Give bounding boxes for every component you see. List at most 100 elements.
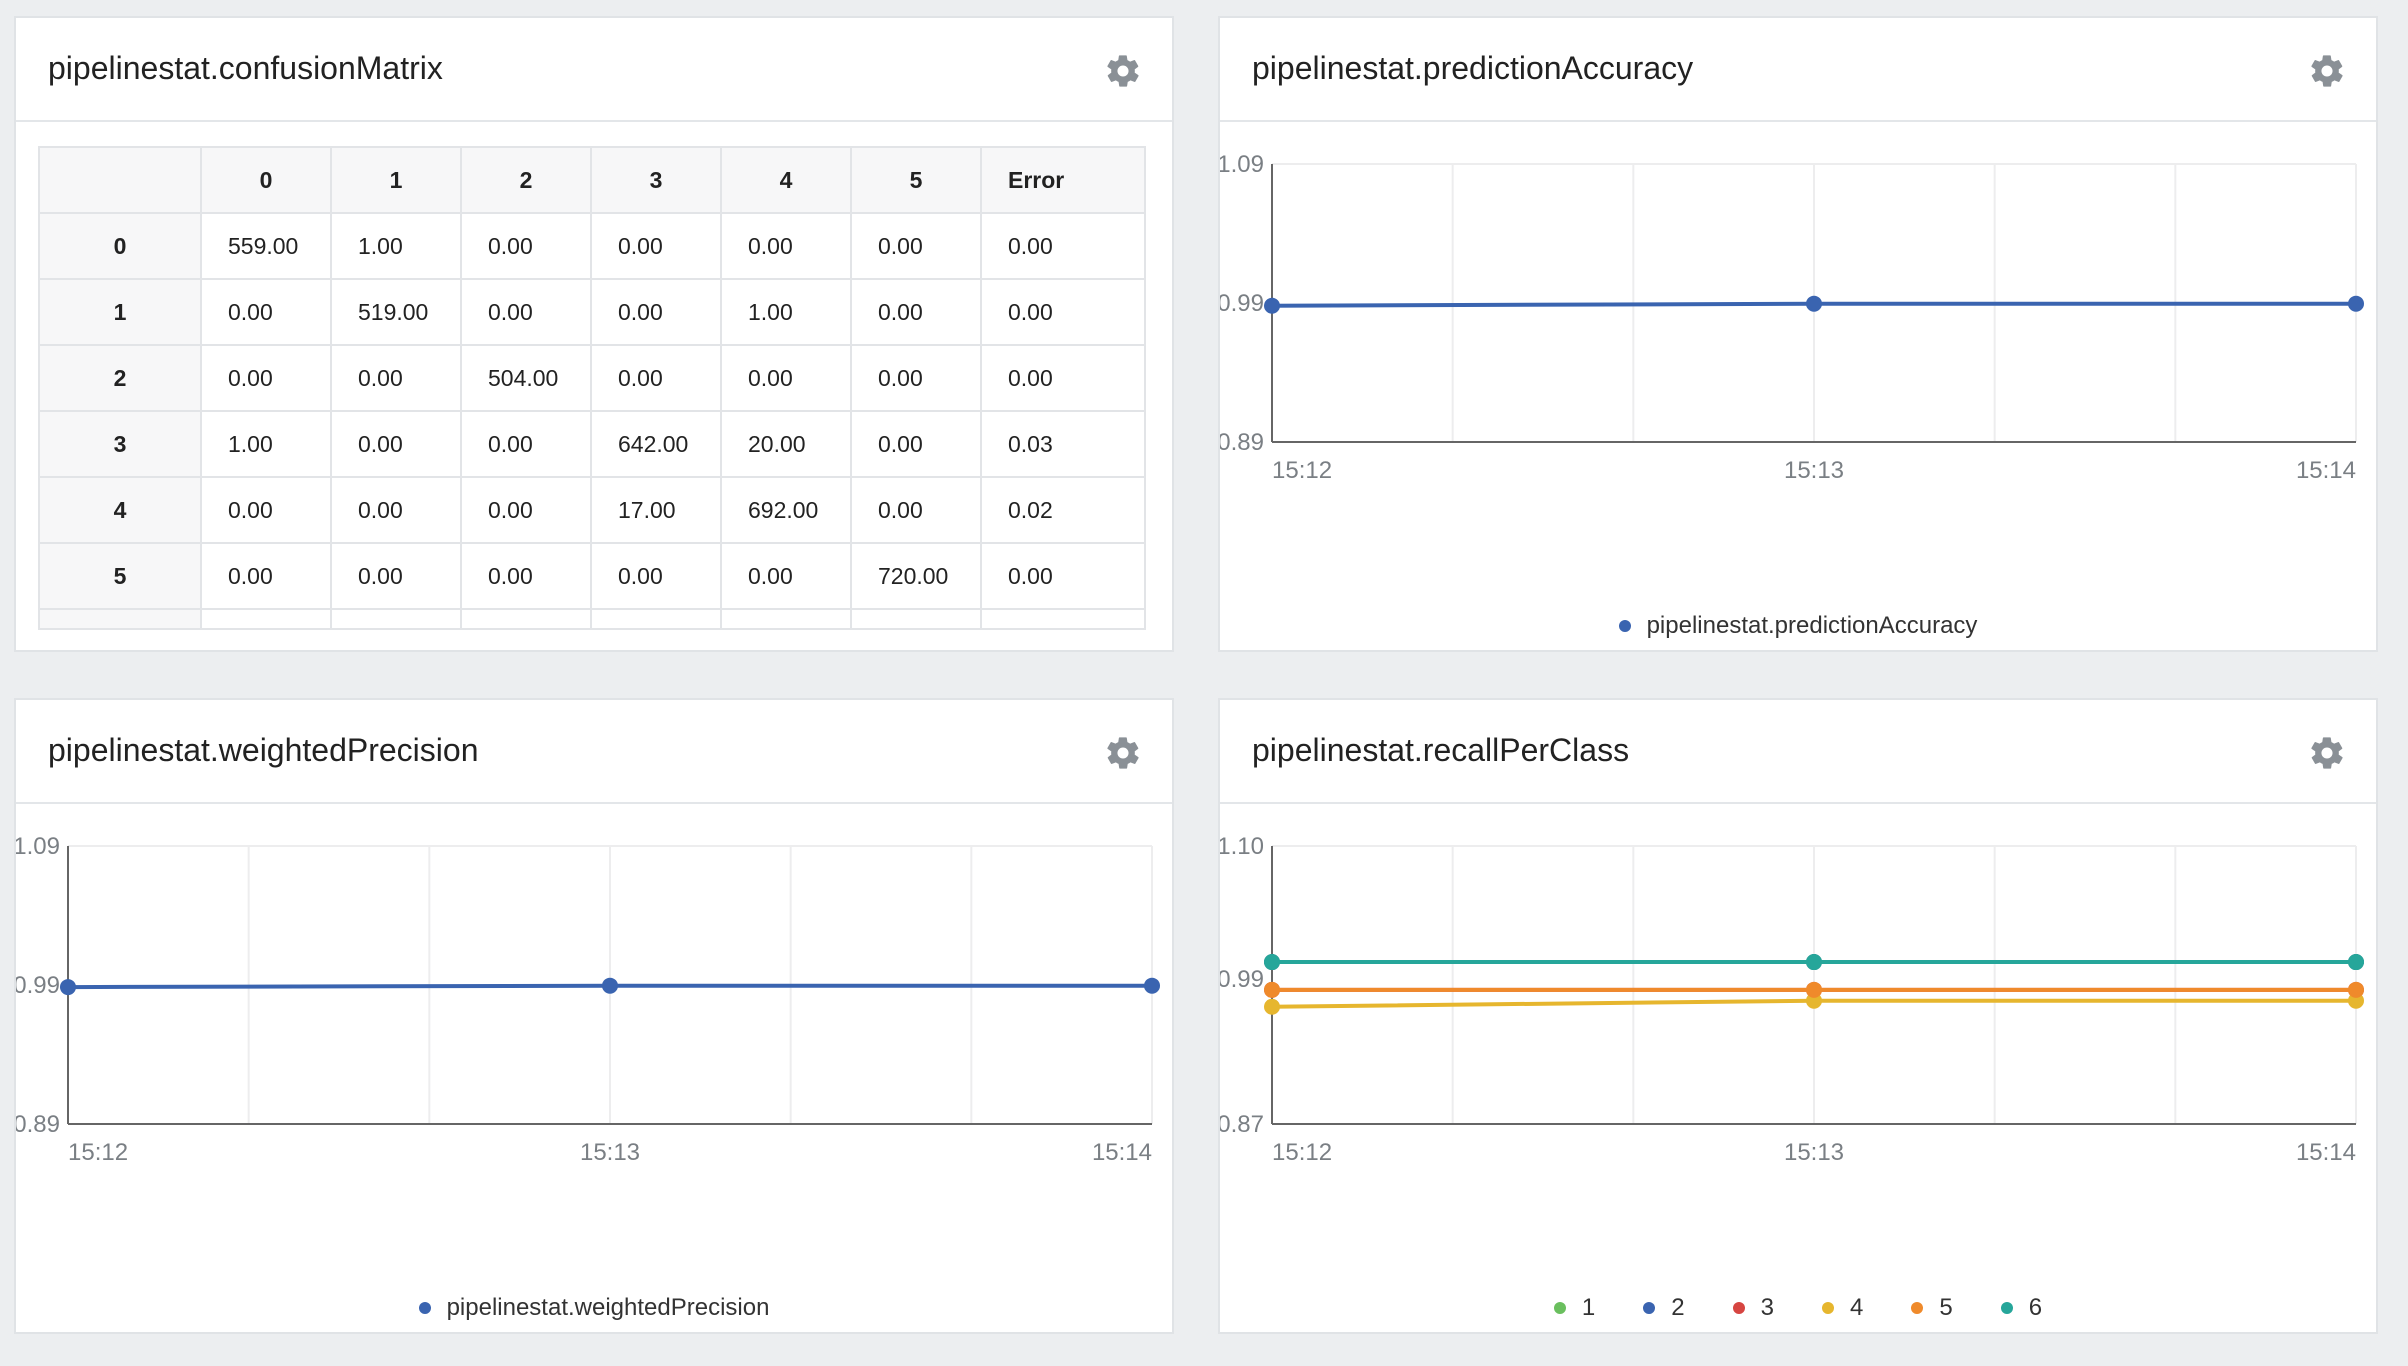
- legend-item[interactable]: 4: [1822, 1294, 1863, 1322]
- panel-header: pipelinestat.predictionAccuracy: [1220, 18, 2376, 122]
- row-header: 3: [38, 410, 202, 478]
- table-cell: 17.00: [590, 476, 722, 544]
- legend-item[interactable]: pipelinestat.predictionAccuracy: [1618, 612, 1977, 640]
- panel-body: 1.09 0.99 0.89 15:12 15:13 15:14 pipelinestat…: [1220, 124, 2376, 650]
- table-cell: 1.00: [330, 212, 462, 280]
- x-tick-label: 15:12: [1272, 1139, 1332, 1166]
- y-tick-label: 1.10: [1220, 833, 1264, 860]
- table-cell: 720.00: [850, 542, 982, 610]
- gear-icon[interactable]: [2308, 52, 2346, 90]
- y-tick-label: 1.09: [1220, 151, 1264, 178]
- legend-item[interactable]: 3: [1732, 1294, 1774, 1322]
- table-cell: 0.00: [330, 344, 462, 412]
- column-header[interactable]: 3: [590, 146, 722, 214]
- legend-dot-icon: [418, 1302, 431, 1314]
- column-header[interactable]: 2: [460, 146, 592, 214]
- legend-dot-icon: [1911, 1302, 1924, 1314]
- recall-per-class-panel: pipelinestat.recallPerClass 1.10 0.99 0.87…: [1218, 698, 2378, 1334]
- legend-label: 5: [1939, 1294, 1953, 1321]
- panel-body: 1.09 0.99 0.89 15:12 15:13 15:14 pipelinestat…: [16, 806, 1172, 1332]
- legend-label: 3: [1760, 1294, 1774, 1321]
- data-point: [60, 979, 76, 996]
- table-cell: [200, 608, 332, 630]
- table-cell: 1.00: [200, 410, 332, 478]
- gear-icon[interactable]: [1104, 52, 1142, 90]
- table-cell: 559.00: [200, 212, 332, 280]
- table-row: 1 0.00 519.00 0.00 0.00 1.00 0.00 0.00: [38, 278, 1146, 346]
- table-cell: 20.00: [720, 410, 852, 478]
- table-cell: 1.00: [720, 278, 852, 346]
- column-header[interactable]: 0: [200, 146, 332, 214]
- legend-label: pipelinestat.weightedPrecision: [446, 1294, 770, 1321]
- y-tick-label: 1.09: [16, 833, 60, 860]
- table-cell: 0.00: [590, 344, 722, 412]
- table-cell: 0.00: [200, 278, 332, 346]
- data-point: [2348, 295, 2364, 312]
- legend-item[interactable]: 2: [1643, 1294, 1685, 1322]
- legend-item[interactable]: pipelinestat.weightedPrecision: [418, 1294, 770, 1322]
- legend-item[interactable]: 1: [1553, 1294, 1596, 1322]
- confusion-matrix-panel: pipelinestat.confusionMatrix 0 1 2 3 4 5…: [14, 16, 1174, 652]
- table-cell: 0.00: [330, 476, 462, 544]
- data-point: [1264, 297, 1280, 314]
- weighted-precision-chart[interactable]: 1.09 0.99 0.89 15:12 15:13 15:14: [16, 806, 1172, 1226]
- table-cell: 0.00: [460, 410, 592, 478]
- table-cell: 0.00: [330, 542, 462, 610]
- column-header[interactable]: 5: [850, 146, 982, 214]
- table-cell: 0.00: [460, 476, 592, 544]
- legend-label: 1: [1581, 1294, 1596, 1321]
- gear-icon[interactable]: [2308, 734, 2346, 772]
- legend-item[interactable]: 6: [2000, 1294, 2043, 1322]
- table-row: 0 559.00 1.00 0.00 0.00 0.00 0.00 0.00: [38, 212, 1146, 280]
- legend-dot-icon: [1822, 1302, 1834, 1314]
- table-cell: [720, 608, 852, 630]
- row-header: 1: [38, 278, 202, 346]
- row-header: 5: [38, 542, 202, 610]
- table-cell: [590, 608, 722, 630]
- table-cell: 692.00: [720, 476, 852, 544]
- prediction-accuracy-chart[interactable]: 1.09 0.99 0.89 15:12 15:13 15:14: [1220, 124, 2376, 544]
- y-tick-label: 0.99: [1220, 966, 1264, 993]
- y-tick-label: 0.89: [1220, 429, 1264, 456]
- panel-header: pipelinestat.weightedPrecision: [16, 700, 1172, 804]
- data-point: [1264, 981, 1280, 998]
- x-tick-label: 15:13: [1784, 1139, 1844, 1166]
- data-point: [1806, 295, 1822, 312]
- y-tick-label: 0.89: [16, 1111, 60, 1138]
- table-cell: 0.00: [460, 278, 592, 346]
- legend-label: 4: [1850, 1294, 1864, 1321]
- table-cell: 0.00: [850, 410, 982, 478]
- x-tick-label: 15:14: [2296, 457, 2356, 484]
- row-header: 2: [38, 344, 202, 412]
- row-header: 4: [38, 476, 202, 544]
- x-tick-label: 15:14: [2296, 1139, 2356, 1166]
- column-header[interactable]: 4: [720, 146, 852, 214]
- table-cell: 0.00: [720, 542, 852, 610]
- column-header[interactable]: Error: [980, 146, 1146, 214]
- table-cell: 0.00: [200, 542, 332, 610]
- table-cell: 0.00: [200, 476, 332, 544]
- table-cell: 0.00: [200, 344, 332, 412]
- legend-dot-icon: [1553, 1302, 1566, 1314]
- data-point: [1806, 954, 1822, 971]
- table-cell: 0.00: [720, 212, 852, 280]
- x-tick-label: 15:12: [68, 1139, 128, 1166]
- recall-per-class-chart[interactable]: 1.10 0.99 0.87 15:12 15:13 15:14: [1220, 806, 2376, 1226]
- confusion-matrix-scroll[interactable]: 0 1 2 3 4 5 Error 0 559.00 1.00 0.00 0.00 0.0…: [38, 146, 1150, 630]
- gear-icon[interactable]: [1104, 734, 1142, 772]
- table-cell: [38, 608, 202, 630]
- legend-item[interactable]: 5: [1911, 1294, 1953, 1322]
- chart-legend: pipelinestat.predictionAccuracy: [1220, 612, 2376, 640]
- panel-title: pipelinestat.weightedPrecision: [48, 732, 479, 768]
- table-cell: 0.00: [720, 344, 852, 412]
- data-point: [1264, 954, 1280, 971]
- table-row: 5 0.00 0.00 0.00 0.00 0.00 720.00 0.00: [38, 542, 1146, 610]
- data-point: [602, 977, 618, 994]
- column-header: [38, 146, 202, 214]
- table-cell: 0.00: [460, 542, 592, 610]
- table-row-partial: [38, 608, 1146, 630]
- column-header[interactable]: 1: [330, 146, 462, 214]
- table-cell: [850, 608, 982, 630]
- table-cell: 0.00: [330, 410, 462, 478]
- legend-label: 6: [2028, 1294, 2043, 1321]
